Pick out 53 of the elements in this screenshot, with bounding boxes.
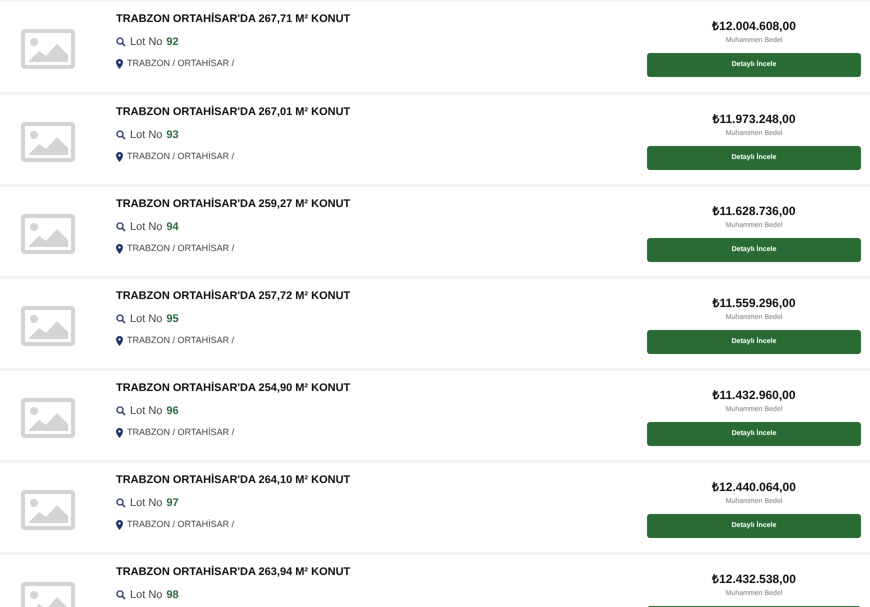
image-placeholder-icon [21,306,75,346]
location-text: TRABZON / ORTAHİSAR / [127,334,234,347]
lot-label: Lot No [130,220,162,235]
lot-label: Lot No [130,588,162,603]
listing-title: TRABZON ORTAHİSAR'DA 259,27 M² KONUT [116,197,352,211]
lot-number: 98 [166,588,179,603]
listing-title: TRABZON ORTAHİSAR'DA 264,10 M² KONUT [116,473,352,487]
image-placeholder-icon [21,398,75,438]
image-placeholder-icon [21,29,75,69]
price: ₺12.004.608,00 [712,19,796,34]
location-pin-icon [116,58,123,69]
lot-number: 94 [166,220,179,235]
location-pin-icon [116,520,123,530]
location-text: TRABZON / ORTAHİSAR / [127,57,234,70]
lot-number: 97 [166,496,179,511]
price: ₺11.432.960,00 [712,388,796,403]
location-text: TRABZON / ORTAHİSAR / [127,426,234,439]
lot-label: Lot No [130,128,162,143]
lot-label: Lot No [130,496,162,511]
price: ₺12.432.538,00 [712,572,796,587]
listing-title: TRABZON ORTAHİSAR'DA 254,90 M² KONUT [116,381,352,395]
search-icon [116,314,126,324]
price: ₺11.628.736,00 [712,204,796,219]
price: ₺11.559.296,00 [712,296,796,311]
location-pin-icon [116,152,123,162]
listing-title: TRABZON ORTAHİSAR'DA 267,01 M² KONUT [116,105,352,119]
search-icon [116,406,126,416]
search-icon [116,222,126,232]
lot-number: 93 [166,128,179,143]
search-icon [116,130,126,140]
location-text: TRABZON / ORTAHİSAR / [127,242,234,255]
lot-label: Lot No [130,34,162,50]
search-icon [116,37,126,47]
lot-number: 96 [166,404,179,419]
lot-label: Lot No [130,312,162,327]
image-placeholder-icon [21,490,75,530]
lot-number: 95 [166,312,179,327]
location-text: TRABZON / ORTAHİSAR / [127,150,234,163]
price: ₺12.440.064,00 [712,480,796,495]
listing-title: TRABZON ORTAHİSAR'DA 257,72 M² KONUT [116,289,352,303]
image-placeholder-icon [21,122,75,162]
location-pin-icon [116,336,123,346]
lot-number: 92 [166,34,179,50]
search-icon [116,498,126,508]
search-icon [116,590,126,600]
listing-title: TRABZON ORTAHİSAR'DA 267,71 M² KONUT [116,12,352,26]
location-pin-icon [116,428,123,438]
location-pin-icon [116,244,123,254]
location-text: TRABZON / ORTAHİSAR / [127,518,234,531]
lot-label: Lot No [130,404,162,419]
image-placeholder-icon [21,214,75,254]
price: ₺11.973.248,00 [712,112,796,127]
listing-title: TRABZON ORTAHİSAR'DA 263,94 M² KONUT [116,565,352,579]
